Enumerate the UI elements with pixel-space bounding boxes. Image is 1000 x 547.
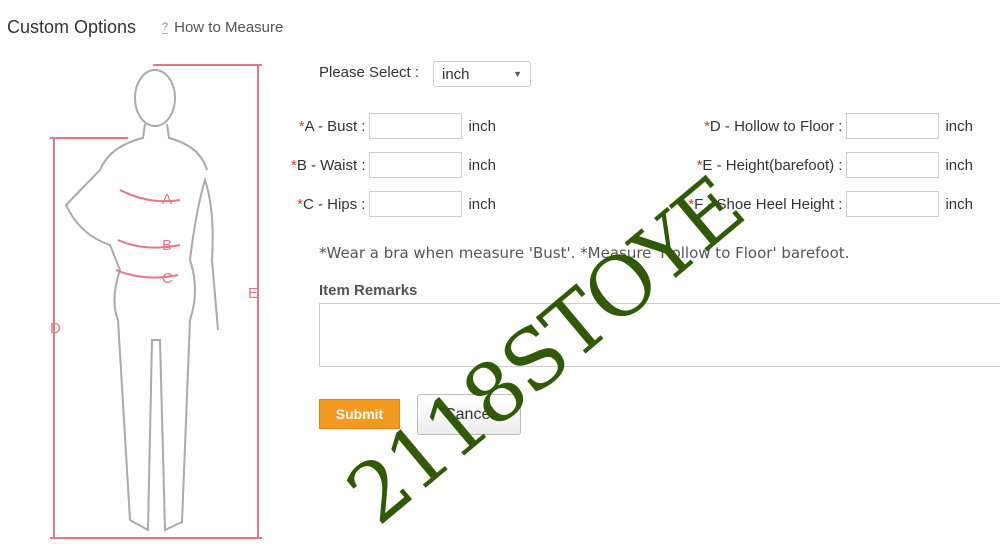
unit-select-label: Please Select : [319,64,420,81]
hips-input[interactable] [369,191,463,217]
field-waist: *B - Waist : inch [291,152,496,178]
question-icon: ? [162,20,169,34]
unit-label: inch [945,156,973,174]
field-label: A - Bust : [304,117,366,135]
unit-label: inch [945,195,973,213]
field-shoe-heel-height: *F - Shoe Heel Height : inch [688,191,973,217]
item-remarks-textarea[interactable] [319,303,1000,367]
bust-input[interactable] [369,113,463,139]
page-title: Custom Options [7,17,137,37]
unit-label: inch [468,156,496,174]
body-measurement-figure: A B C D E [50,64,262,539]
field-height: *E - Height(barefoot) : inch [697,152,973,178]
waist-input[interactable] [369,152,463,178]
figure-label-c: C [162,270,173,287]
shoe-heel-height-input[interactable] [846,191,940,217]
measure-note: *Wear a bra when measure 'Bust'. *Measur… [319,244,850,262]
field-bust: *A - Bust : inch [299,113,496,139]
item-remarks-label: Item Remarks [319,282,418,299]
how-to-measure-link[interactable]: ? How to Measure [162,19,283,36]
submit-button[interactable]: Submit [319,399,400,429]
cancel-button[interactable]: Cancel [417,394,521,435]
height-input[interactable] [846,152,940,178]
field-hips: *C - Hips : inch [297,191,496,217]
figure-label-a: A [162,191,172,208]
field-label: F - Shoe Heel Height : [694,195,843,213]
figure-label-e: E [248,285,258,302]
figure-label-b: B [162,237,172,254]
unit-label: inch [468,117,496,135]
field-hollow-to-floor: *D - Hollow to Floor : inch [704,113,973,139]
field-label: B - Waist : [296,156,366,174]
chevron-down-icon: ▼ [513,69,522,79]
field-label: C - Hips : [302,195,366,213]
field-label: E - Height(barefoot) : [702,156,843,174]
unit-label: inch [945,117,973,135]
figure-label-d: D [50,320,61,337]
hollow-to-floor-input[interactable] [846,113,940,139]
unit-select[interactable]: inch ▼ [433,61,531,87]
how-to-measure-label: How to Measure [174,19,284,36]
field-label: D - Hollow to Floor : [709,117,843,135]
unit-select-value: inch [442,65,470,83]
unit-label: inch [468,195,496,213]
